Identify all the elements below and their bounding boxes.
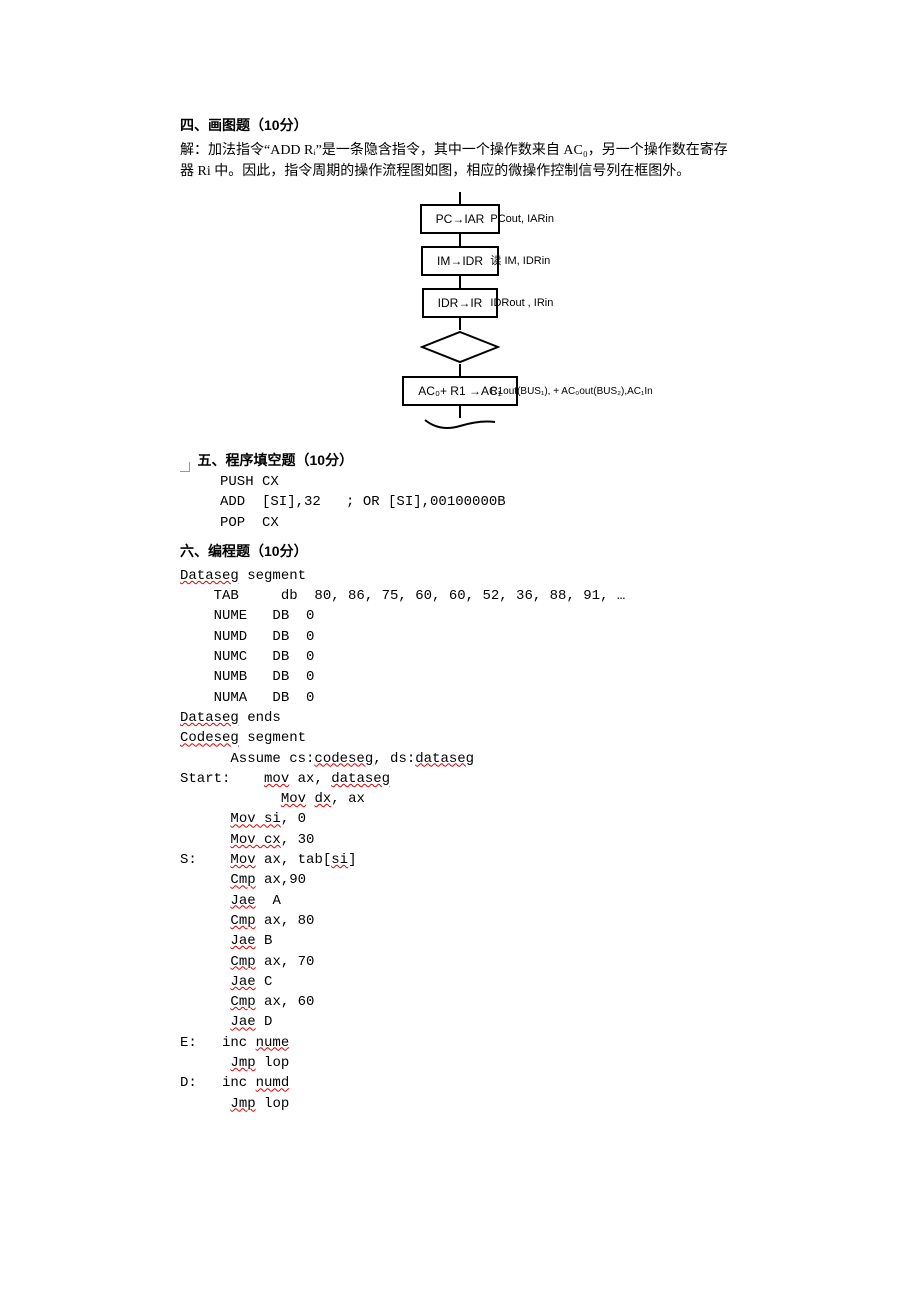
flow-decision <box>270 330 650 364</box>
flow-row-2: IM→IDR 读 IM, IDRin <box>270 246 650 276</box>
code-line: Jae C <box>180 972 740 992</box>
section-5-code-line: PUSH CX <box>180 472 740 492</box>
code-line: E: inc nume <box>180 1033 740 1053</box>
flow-line <box>459 192 461 204</box>
code-line: Cmp ax, 80 <box>180 911 740 931</box>
section-6-code: Dataseg segment TAB db 80, 86, 75, 60, 6… <box>180 566 740 1114</box>
code-line: Dataseg ends <box>180 708 740 728</box>
flow-line <box>459 406 461 418</box>
flow-box: IDR→IR <box>422 288 499 318</box>
section-5-heading: 五、程序填空题（10分） <box>198 452 354 468</box>
flow-box: IM→IDR <box>421 246 499 276</box>
flow-end <box>270 418 650 432</box>
code-line: Start: mov ax, dataseg <box>180 769 740 789</box>
section-6-heading: 六、编程题（10分） <box>180 541 740 562</box>
flow-row-4: AC₀+ R1 →AC₁ R1out(BUS₁), + AC₀out(BUS₂)… <box>270 376 650 406</box>
code-line: Jmp lop <box>180 1094 740 1114</box>
code-line: Jae A <box>180 891 740 911</box>
code-line: Mov si, 0 <box>180 809 740 829</box>
marker-box <box>180 462 190 472</box>
flow-label: R1out(BUS₁), + AC₀out(BUS₂),AC₁In <box>490 386 652 397</box>
flow-label: 读 IM, IDRin <box>490 253 550 270</box>
flowchart: PC→IAR PCout, IARin IM→IDR 读 IM, IDRin I… <box>270 192 650 432</box>
code-line: Dataseg segment <box>180 566 740 586</box>
code-line: NUMA DB 0 <box>180 688 740 708</box>
code-line: Jmp lop <box>180 1053 740 1073</box>
code-line: Jae D <box>180 1012 740 1032</box>
section-5-code-line: ADD [SI],32 ; OR [SI],00100000B <box>180 492 740 512</box>
flow-row-3: IDR→IR IDRout , IRin <box>270 288 650 318</box>
code-line: Cmp ax, 60 <box>180 992 740 1012</box>
flow-row-1: PC→IAR PCout, IARin <box>270 204 650 234</box>
code-line: NUMD DB 0 <box>180 627 740 647</box>
code-line: Jae B <box>180 931 740 951</box>
code-line: Codeseg segment <box>180 728 740 748</box>
code-line: Mov cx, 30 <box>180 830 740 850</box>
code-line: NUME DB 0 <box>180 606 740 626</box>
code-line: D: inc numd <box>180 1073 740 1093</box>
section-4-paragraph: 解：加法指令“ADD Rᵢ”是一条隐含指令，其中一个操作数来自 AC₀，另一个操… <box>180 140 740 182</box>
code-line: NUMB DB 0 <box>180 667 740 687</box>
flow-box: PC→IAR <box>420 204 501 234</box>
code-line: NUMC DB 0 <box>180 647 740 667</box>
section-5-code-line: POP CX <box>180 513 740 533</box>
flow-line <box>459 276 461 288</box>
code-line: Cmp ax, 70 <box>180 952 740 972</box>
flow-label: IDRout , IRin <box>490 295 553 312</box>
flow-label: PCout, IARin <box>490 211 554 228</box>
flow-line <box>459 318 461 330</box>
code-line: Cmp ax,90 <box>180 870 740 890</box>
code-line: S: Mov ax, tab[si] <box>180 850 740 870</box>
section-4-heading: 四、画图题（10分） <box>180 115 740 136</box>
flow-line <box>459 364 461 376</box>
flow-line <box>459 234 461 246</box>
code-line: Assume cs:codeseg, ds:dataseg <box>180 749 740 769</box>
code-line: Mov dx, ax <box>180 789 740 809</box>
code-line: TAB db 80, 86, 75, 60, 60, 52, 36, 88, 9… <box>180 586 740 606</box>
